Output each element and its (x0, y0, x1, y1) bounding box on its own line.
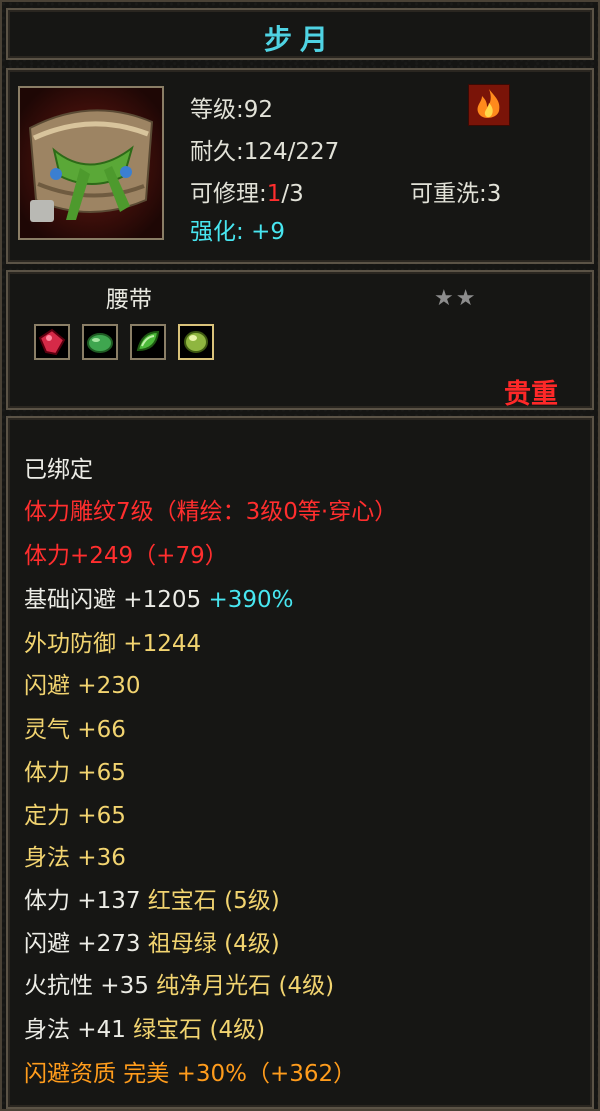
item-type: 腰带 (106, 287, 152, 313)
title-bar: 步月 (6, 8, 594, 60)
item-rewash: 可重洗:3 (410, 181, 502, 207)
item-header-panel: 等级:92 耐久:124/227 可修理:1/3 可重洗:3 强化: +9 (6, 68, 594, 264)
gem-stat-line: 火抗性 +35 纯净月光石 (4级) (24, 966, 334, 1000)
gem-name: 纯净月光石 (4级) (156, 973, 335, 999)
stat-line: 体力 +65 (24, 760, 126, 786)
stat-label: 基础闪避 +1205 (24, 587, 202, 613)
belt-icon (18, 86, 164, 240)
stat-label: 身法 +41 (24, 1017, 126, 1043)
stat-line: 闪避 +230 (24, 673, 141, 699)
gem-stat-line: 闪避 +273 祖母绿 (4级) (24, 924, 280, 958)
item-durability: 耐久:124/227 (190, 139, 340, 165)
ruby-gem-icon (34, 324, 70, 360)
repair-max: /3 (281, 181, 304, 207)
stat-label: 体力 +137 (24, 888, 141, 914)
repair-current: 1 (266, 181, 282, 207)
enhance-label: 强化: (190, 219, 244, 245)
green-gem-icon (178, 324, 214, 360)
bound-status: 已绑定 (24, 457, 93, 483)
stat-label: 火抗性 +35 (24, 973, 149, 999)
jade-gem-icon (130, 324, 166, 360)
fire-icon (468, 84, 510, 126)
stat-bonus: +390% (208, 587, 294, 613)
stat-line: 基础闪避 +1205 +390% (24, 580, 293, 614)
stat-label: 闪避 +273 (24, 931, 141, 957)
aptitude-line: 闪避资质 完美 +30%（+362） (24, 1061, 357, 1087)
stat-line: 灵气 +66 (24, 717, 126, 743)
stat-line: 外功防御 +1244 (24, 631, 202, 657)
emerald-gem-icon (82, 324, 118, 360)
gem-stat-line: 体力 +137 红宝石 (5级) (24, 881, 280, 915)
item-enhance: 强化: +9 (190, 212, 285, 246)
item-stats-panel: 已绑定 体力雕纹7级（精绘：3级0等·穿心） 体力+249（+79） 基础闪避 … (6, 416, 594, 1109)
item-tooltip: 步月 等级:92 耐久:124/227 可修理:1/3 可重洗:3 强化: +9… (0, 0, 600, 1111)
gem-name: 红宝石 (5级) (147, 888, 280, 914)
stat-line: 体力+249（+79） (24, 543, 228, 569)
stat-line: 身法 +36 (24, 845, 126, 871)
stat-line: 定力 +65 (24, 803, 126, 829)
gem-stat-line: 身法 +41 绿宝石 (4级) (24, 1010, 265, 1044)
item-type-panel: 腰带 ★★ 贵重 (6, 270, 594, 410)
item-stars: ★★ (434, 286, 478, 311)
repair-label: 可修理: (190, 181, 267, 207)
gem-name: 祖母绿 (4级) (147, 931, 280, 957)
gem-name: 绿宝石 (4级) (133, 1017, 266, 1043)
item-title: 步月 (263, 23, 336, 56)
enhance-value: +9 (251, 219, 285, 245)
item-quality: 贵重 (504, 379, 558, 410)
item-repair: 可修理:1/3 (190, 174, 304, 208)
item-level: 等级:92 (190, 97, 274, 123)
engraving-line: 体力雕纹7级（精绘：3级0等·穿心） (24, 499, 398, 525)
